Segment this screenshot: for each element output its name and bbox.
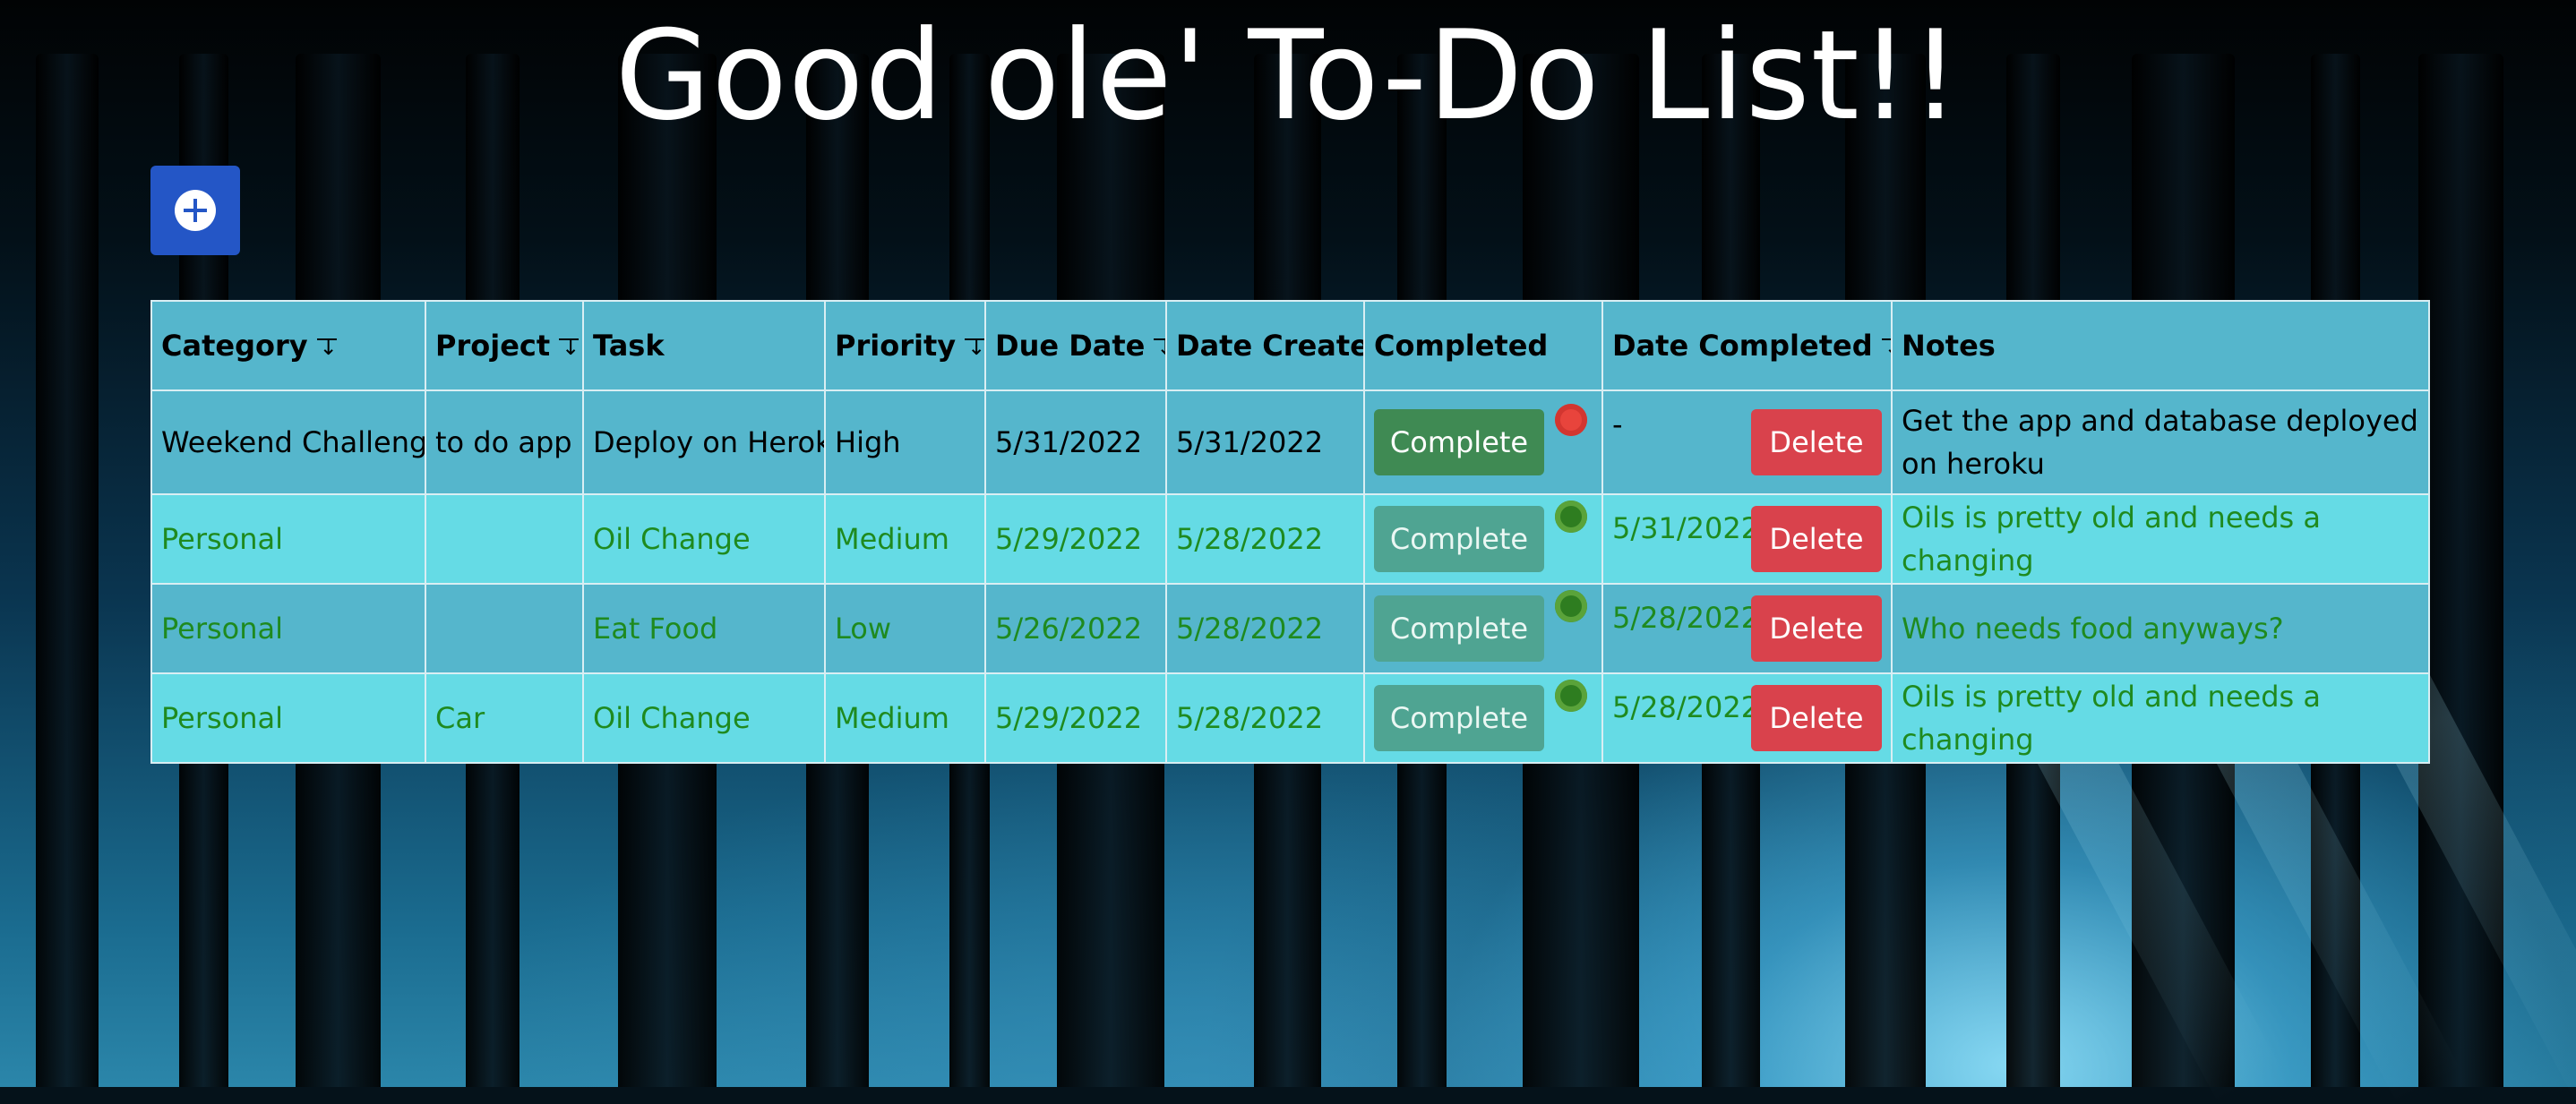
column-header-priority[interactable]: Priority [824, 300, 986, 391]
project-cell: to do app [425, 389, 584, 495]
table-row: Personal Eat Food Low 5/26/2022 5/28/202… [150, 583, 2430, 674]
status-complete-icon [1555, 680, 1587, 712]
due-date-cell: 5/29/2022 [984, 672, 1167, 764]
priority-cell: Low [824, 583, 986, 674]
completed-cell: Complete [1363, 672, 1603, 764]
table-row: Personal Oil Change Medium 5/29/2022 5/2… [150, 493, 2430, 585]
date-completed-cell: - Delete [1601, 389, 1893, 495]
notes-cell: Get the app and database deployed on her… [1891, 389, 2430, 495]
date-created-cell: 5/28/2022 [1165, 583, 1365, 674]
date-completed-cell: 5/31/2022 Delete [1601, 493, 1893, 585]
project-cell [425, 583, 584, 674]
notes-cell: Oils is pretty old and needs a changing [1891, 672, 2430, 764]
todo-table: Category Project Task Priority Due Date … [150, 300, 2430, 764]
column-header-due-date[interactable]: Due Date [984, 300, 1167, 391]
complete-button[interactable]: Complete [1374, 409, 1544, 475]
column-header-date-created: Date Created [1165, 300, 1365, 391]
delete-button[interactable]: Delete [1751, 685, 1882, 751]
column-header-date-completed[interactable]: Date Completed [1601, 300, 1893, 391]
column-header-completed: Completed [1363, 300, 1603, 391]
sort-icon[interactable] [1881, 335, 1890, 360]
task-cell: Oil Change [582, 672, 826, 764]
complete-button[interactable]: Complete [1374, 506, 1544, 572]
delete-button[interactable]: Delete [1751, 595, 1882, 662]
sort-icon[interactable] [1154, 335, 1164, 360]
status-complete-icon [1555, 590, 1587, 622]
page-title: Good ole' To-Do List!! [614, 4, 1962, 148]
notes-cell: Who needs food anyways? [1891, 583, 2430, 674]
status-incomplete-icon [1555, 404, 1587, 436]
delete-button[interactable]: Delete [1751, 506, 1882, 572]
date-created-cell: 5/28/2022 [1165, 672, 1365, 764]
due-date-cell: 5/29/2022 [984, 493, 1167, 585]
plus-circle-icon [175, 190, 216, 231]
date-completed-cell: 5/28/2022 Delete [1601, 583, 1893, 674]
sort-icon[interactable] [559, 335, 580, 360]
delete-button[interactable]: Delete [1751, 409, 1882, 475]
due-date-cell: 5/31/2022 [984, 389, 1167, 495]
completed-cell: Complete [1363, 493, 1603, 585]
category-cell: Personal [150, 493, 426, 585]
task-cell: Eat Food [582, 583, 826, 674]
priority-cell: Medium [824, 493, 986, 585]
category-cell: Personal [150, 583, 426, 674]
task-cell: Oil Change [582, 493, 826, 585]
table-row: Weekend Challenge to do app Deploy on He… [150, 389, 2430, 495]
column-header-project[interactable]: Project [425, 300, 584, 391]
column-header-notes: Notes [1891, 300, 2430, 391]
complete-button[interactable]: Complete [1374, 595, 1544, 662]
column-header-category[interactable]: Category [150, 300, 426, 391]
priority-cell: Medium [824, 672, 986, 764]
table-header-row: Category Project Task Priority Due Date … [150, 300, 2430, 391]
due-date-cell: 5/26/2022 [984, 583, 1167, 674]
date-created-cell: 5/31/2022 [1165, 389, 1365, 495]
priority-cell: High [824, 389, 986, 495]
completed-cell: Complete [1363, 389, 1603, 495]
date-completed-value: 5/28/2022 [1612, 690, 1760, 724]
add-task-button[interactable] [150, 166, 240, 255]
sort-icon[interactable] [965, 335, 983, 360]
date-completed-value: - [1612, 407, 1623, 441]
task-cell: Deploy on Heroki [582, 389, 826, 495]
project-cell [425, 493, 584, 585]
date-completed-value: 5/31/2022 [1612, 511, 1760, 545]
column-header-task: Task [582, 300, 826, 391]
complete-button[interactable]: Complete [1374, 685, 1544, 751]
category-cell: Weekend Challenge [150, 389, 426, 495]
notes-cell: Oils is pretty old and needs a changing [1891, 493, 2430, 585]
completed-cell: Complete [1363, 583, 1603, 674]
sort-icon[interactable] [316, 335, 338, 360]
project-cell: Car [425, 672, 584, 764]
status-complete-icon [1555, 501, 1587, 533]
date-completed-cell: 5/28/2022 Delete [1601, 672, 1893, 764]
date-created-cell: 5/28/2022 [1165, 493, 1365, 585]
date-completed-value: 5/28/2022 [1612, 601, 1760, 635]
table-row: Personal Car Oil Change Medium 5/29/2022… [150, 672, 2430, 764]
category-cell: Personal [150, 672, 426, 764]
